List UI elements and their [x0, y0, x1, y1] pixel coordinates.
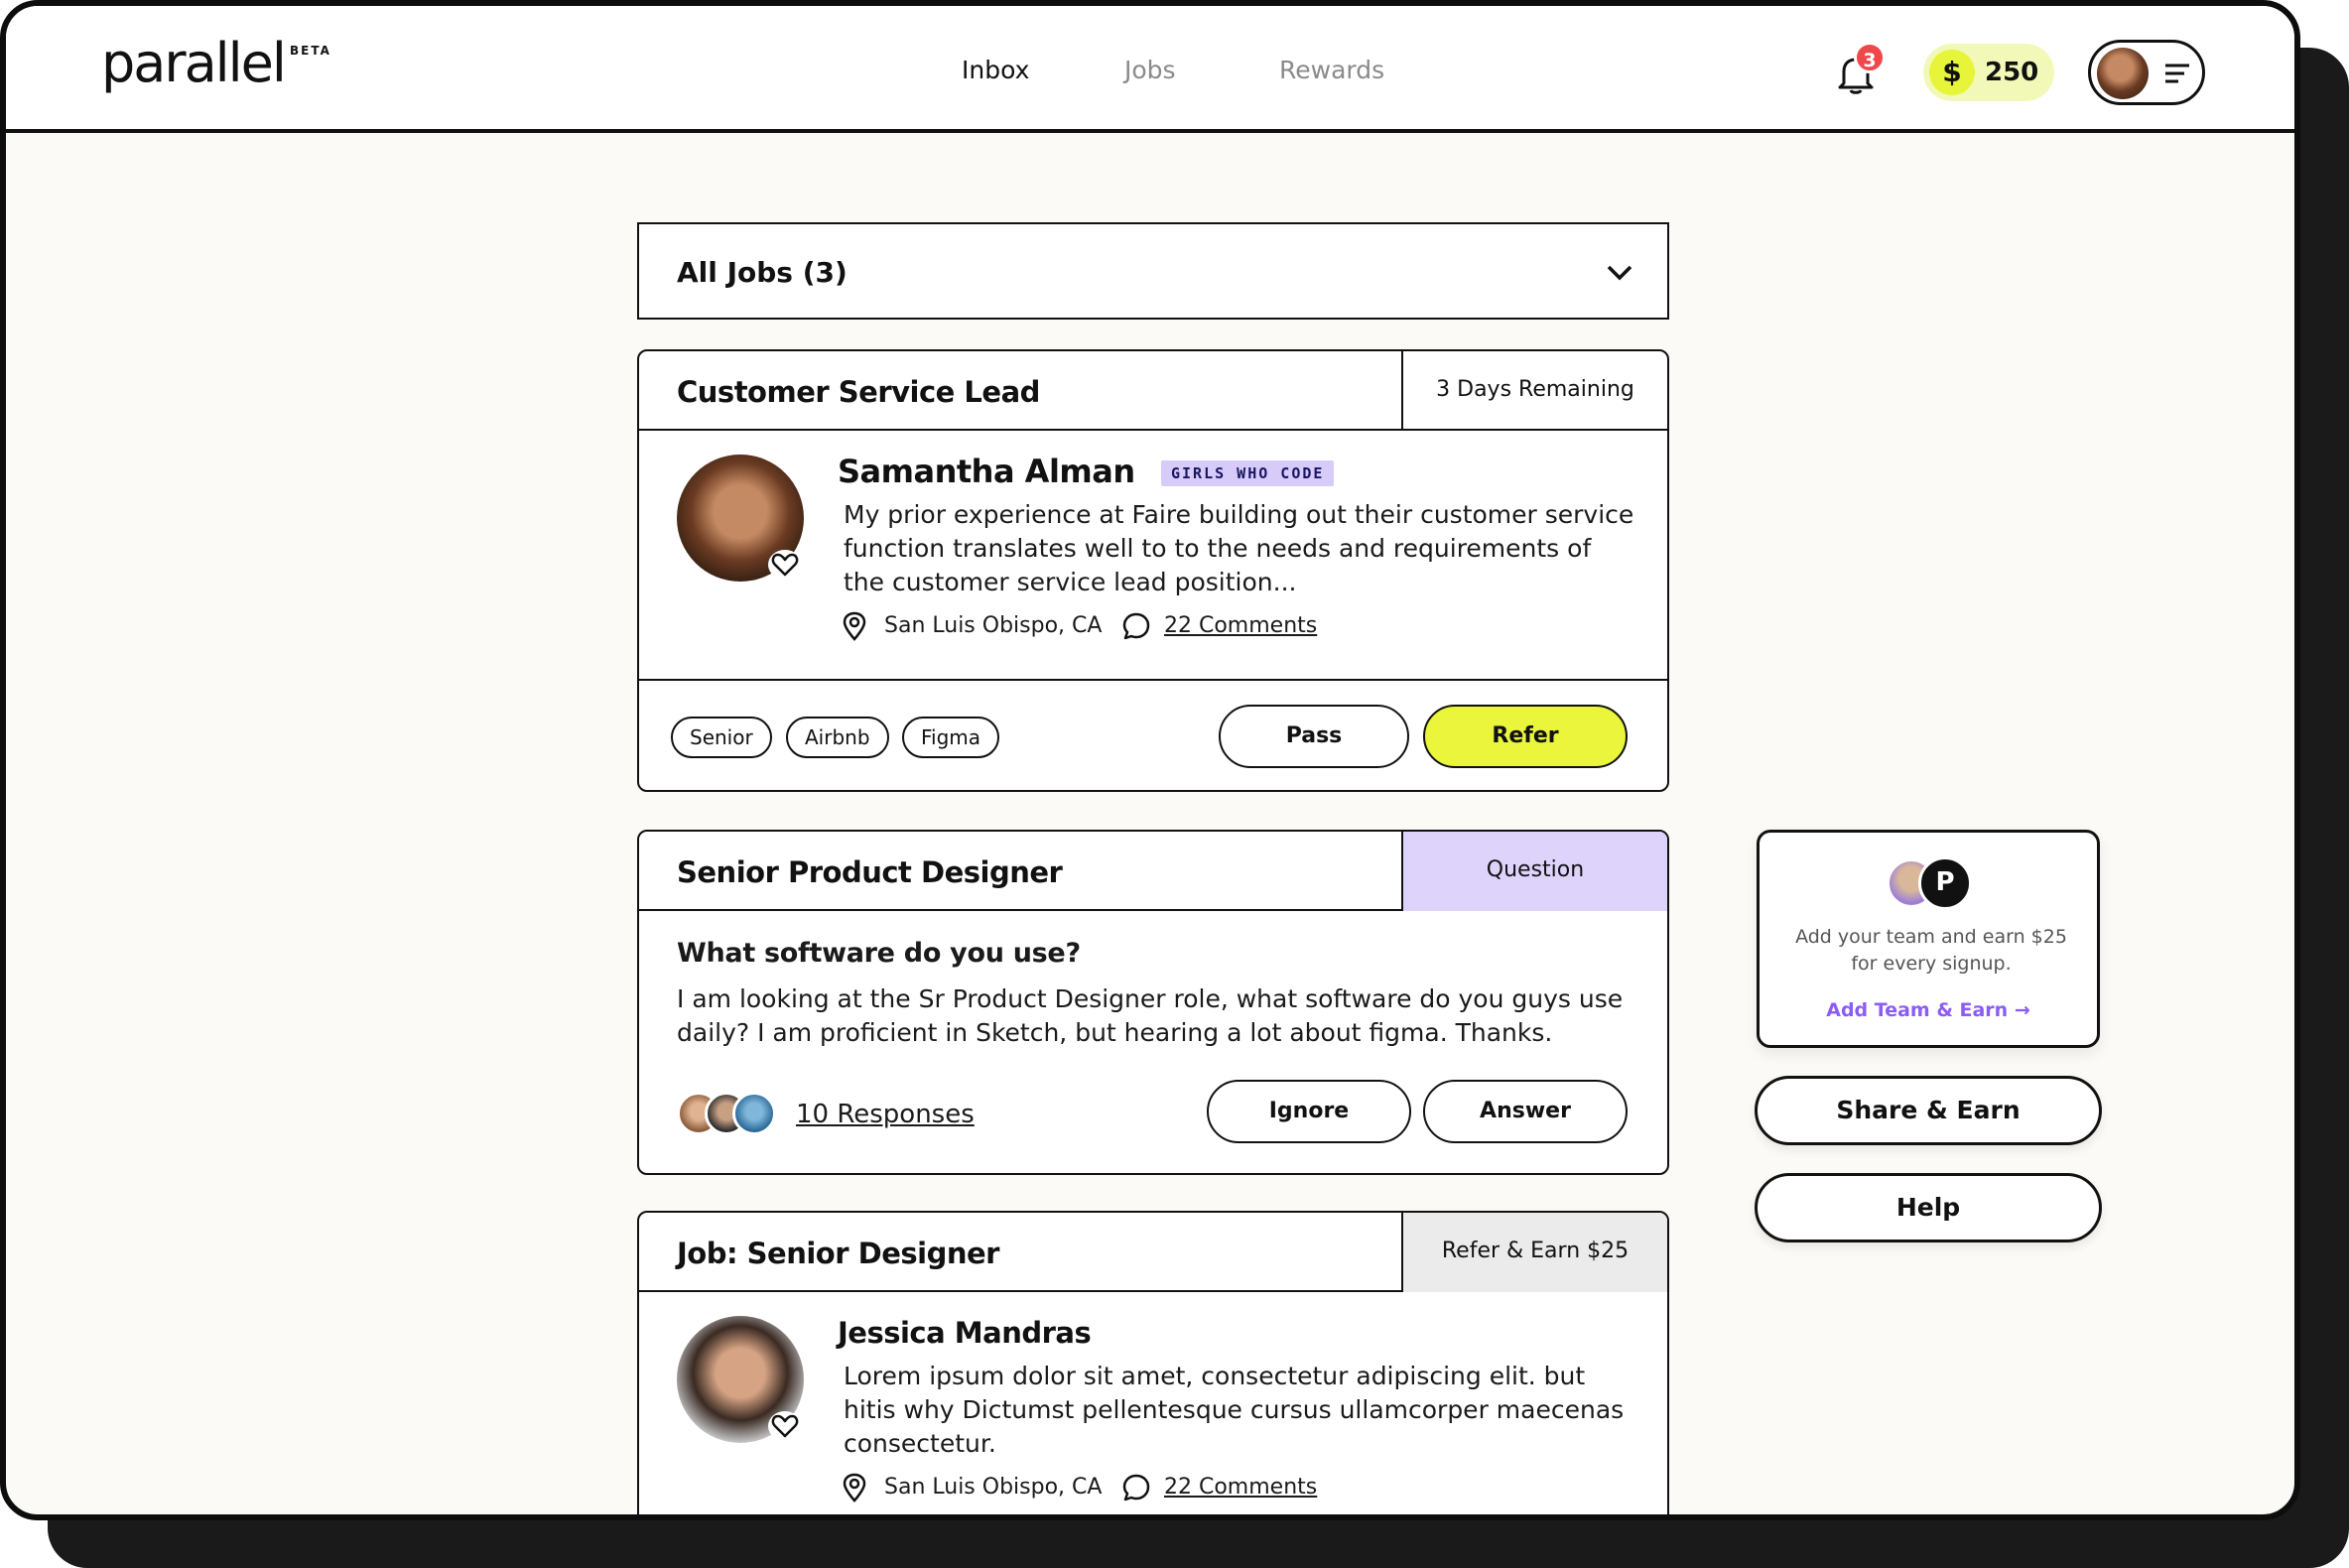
beta-label: BETA: [290, 44, 331, 58]
ignore-button[interactable]: Ignore: [1207, 1080, 1411, 1143]
candidate-pitch: My prior experience at Faire building ou…: [844, 500, 1634, 596]
card-title: Job: Senior Designer: [677, 1237, 999, 1270]
candidate-name[interactable]: Samantha Alman: [838, 453, 1135, 490]
parallel-logo[interactable]: parallel: [101, 32, 287, 94]
help-button[interactable]: Help: [1755, 1173, 2102, 1242]
candidate-location: San Luis Obispo, CA: [884, 1475, 1103, 1500]
responder-avatar: [732, 1092, 776, 1135]
question-card: Senior Product Designer Question What so…: [637, 830, 1669, 1175]
job-card: Job: Senior Designer Refer & Earn $25 Je…: [637, 1211, 1669, 1514]
refer-button[interactable]: Refer: [1423, 705, 1628, 768]
menu-icon: [2165, 64, 2189, 83]
card-header: Job: Senior Designer Refer & Earn $25: [639, 1213, 1667, 1292]
pass-button[interactable]: Pass: [1219, 705, 1409, 768]
card-divider: [639, 679, 1667, 681]
card-title: Senior Product Designer: [677, 855, 1063, 889]
skill-chip[interactable]: Figma: [902, 717, 1000, 758]
skill-chip[interactable]: Airbnb: [786, 717, 889, 758]
favorite-button[interactable]: [768, 550, 802, 580]
filter-label: All Jobs (3): [677, 256, 848, 289]
nav-rewards[interactable]: Rewards: [1279, 56, 1384, 84]
org-badge: GIRLS WHO CODE: [1161, 460, 1335, 486]
answer-button[interactable]: Answer: [1423, 1080, 1628, 1143]
top-bar: parallel BETA Inbox Jobs Rewards 3 $ 250: [6, 6, 2294, 133]
notification-count-badge: 3: [1854, 42, 1886, 73]
comment-icon: [1122, 612, 1150, 640]
dollar-coin-icon: $: [1929, 50, 1975, 95]
skill-chip[interactable]: Senior: [671, 717, 772, 758]
question-tag: Question: [1401, 832, 1667, 911]
heart-icon: [771, 553, 799, 577]
app-window: parallel BETA Inbox Jobs Rewards 3 $ 250…: [0, 0, 2300, 1520]
profile-menu-button[interactable]: [2088, 40, 2205, 105]
promo-text: Add your team and earn $25 for every sig…: [1795, 926, 2067, 975]
refer-earn-tag: Refer & Earn $25: [1401, 1213, 1667, 1292]
heart-icon: [771, 1414, 799, 1438]
days-remaining-tag: 3 Days Remaining: [1401, 351, 1667, 431]
add-team-link[interactable]: Add Team & Earn →: [1760, 999, 2097, 1021]
card-header: Senior Product Designer Question: [639, 832, 1667, 911]
points-balance[interactable]: $ 250: [1923, 44, 2054, 101]
location-pin-icon: [843, 1473, 866, 1503]
share-earn-button[interactable]: Share & Earn: [1755, 1076, 2102, 1145]
comments-link[interactable]: 22 Comments: [1164, 1475, 1317, 1500]
parallel-logo-icon: P: [1918, 856, 1972, 910]
candidate-pitch: Lorem ipsum dolor sit amet, consectetur …: [844, 1362, 1625, 1458]
chevron-down-icon: [1607, 265, 1632, 281]
job-card: Customer Service Lead 3 Days Remaining S…: [637, 349, 1669, 792]
nav-inbox[interactable]: Inbox: [962, 56, 1029, 84]
question-body: I am looking at the Sr Product Designer …: [677, 984, 1624, 1047]
jobs-filter-dropdown[interactable]: All Jobs (3): [637, 222, 1669, 320]
avatar: [2097, 48, 2149, 99]
candidate-name[interactable]: Jessica Mandras: [838, 1316, 1092, 1350]
favorite-button[interactable]: [768, 1411, 802, 1441]
location-pin-icon: [843, 611, 866, 641]
add-team-promo: P Add your team and earn $25 for every s…: [1757, 830, 2100, 1048]
responses-link[interactable]: 10 Responses: [796, 1100, 975, 1129]
card-header: Customer Service Lead 3 Days Remaining: [639, 351, 1667, 431]
comment-icon: [1122, 1474, 1150, 1502]
points-value: 250: [1985, 58, 2039, 87]
nav-jobs[interactable]: Jobs: [1124, 56, 1176, 84]
comments-link[interactable]: 22 Comments: [1164, 613, 1317, 638]
card-title: Customer Service Lead: [677, 375, 1040, 409]
candidate-location: San Luis Obispo, CA: [884, 613, 1103, 638]
question-title: What software do you use?: [677, 938, 1081, 969]
